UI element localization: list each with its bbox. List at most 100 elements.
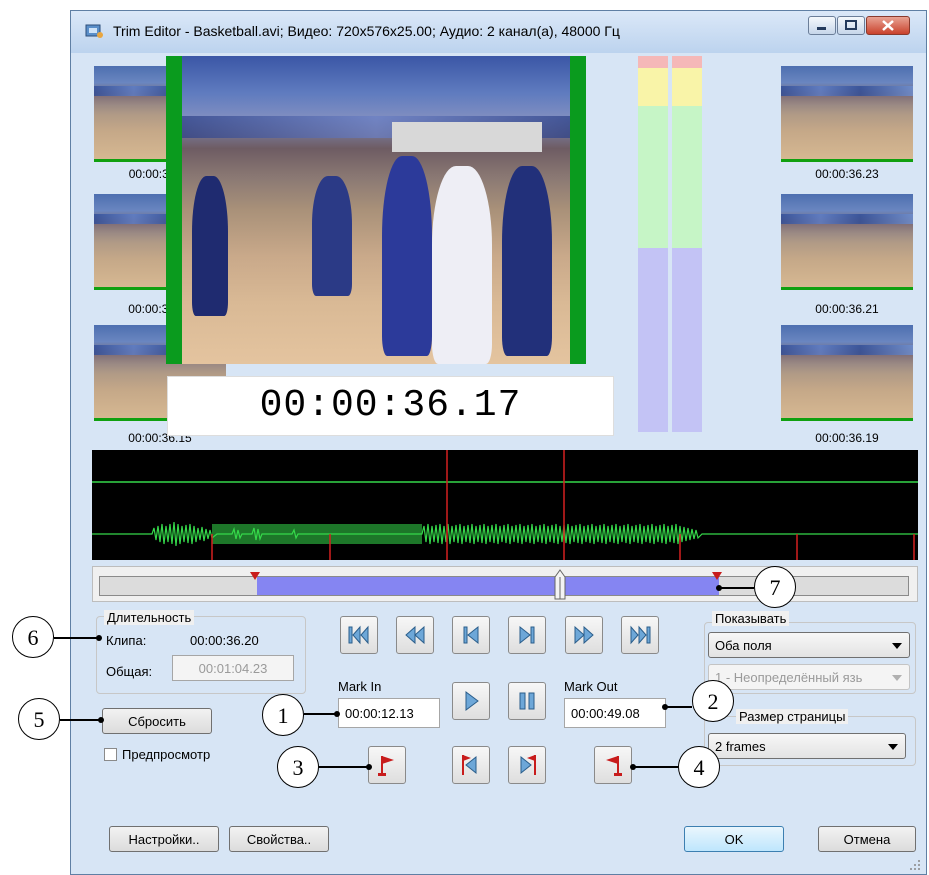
show-group-label: Показывать [712,611,790,626]
callout-1-line [304,713,338,715]
minimize-button[interactable] [808,16,836,35]
thumbnail-timecode: 00:00:36.19 [815,431,879,445]
close-icon [882,20,894,31]
thumbnail-image [781,66,913,159]
title-bar: Trim Editor - Basketball.avi; Видео: 720… [71,11,926,53]
playhead-icon[interactable] [553,569,567,601]
callout-2-dot [662,704,668,710]
language-select-value: 1 - Неопределённый язь [715,669,863,685]
thumbnail-right-2[interactable] [781,194,913,290]
mark-out-marker-icon[interactable] [711,571,723,581]
app-icon [85,23,103,39]
clip-duration-label: Клипа: [106,633,147,648]
go-to-mark-out-icon [520,755,536,775]
callout-7: 7 [754,566,796,608]
selected-range[interactable] [257,577,719,595]
mark-in-field[interactable]: 00:00:12.13 [338,698,440,728]
callout-2: 2 [692,680,734,722]
skip-to-start-icon [348,625,369,645]
thumbnail-right-3[interactable] [781,325,913,421]
properties-button[interactable]: Свойства.. [229,826,329,852]
audio-level-meter [638,56,702,432]
chevron-down-icon [888,744,898,750]
language-select: 1 - Неопределённый язь [708,664,910,690]
callout-5-line [60,719,102,721]
play-icon [465,691,479,711]
next-frame-icon [519,625,535,645]
page-size-select[interactable]: 2 frames [708,733,906,759]
go-to-end-button[interactable] [621,616,659,654]
next-frame-button[interactable] [508,616,546,654]
preview-checkbox[interactable] [104,748,117,761]
skip-to-end-icon [630,625,651,645]
video-preview [166,56,586,364]
chevron-down-icon [892,675,902,681]
callout-5-dot [98,717,104,723]
close-button[interactable] [866,16,910,35]
fields-select[interactable]: Оба поля [708,632,910,658]
thumbnail-image [781,194,913,287]
go-to-start-button[interactable] [340,616,378,654]
mark-in-flag-icon [378,756,394,776]
settings-button[interactable]: Настройки.. [109,826,219,852]
set-mark-in-button[interactable] [368,746,406,784]
audio-level-right [672,56,702,432]
mark-in-marker-icon[interactable] [249,571,261,581]
go-to-mark-in-icon [462,755,477,775]
callout-4: 4 [678,746,720,788]
chevron-down-icon [892,643,902,649]
page-size-group-label: Размер страницы [736,709,849,724]
audio-waveform[interactable] [92,450,918,560]
resize-grip-icon[interactable] [908,858,922,872]
go-to-mark-in-button[interactable] [452,746,490,784]
ok-button[interactable]: OK [684,826,784,852]
callout-3-line [319,766,369,768]
rewind-icon [405,625,425,645]
clip-duration-value: 00:00:36.20 [190,633,259,648]
mark-out-flag-icon [606,756,622,776]
total-duration-field: 00:01:04.23 [172,655,294,681]
callout-4-dot [630,764,636,770]
callout-3-dot [366,764,372,770]
pause-icon [519,692,535,710]
set-mark-out-button[interactable] [594,746,632,784]
callout-3: 3 [277,746,319,788]
thumbnail-timecode: 00:00:36.23 [815,167,879,181]
callout-4-line [632,766,678,768]
callout-6-line [54,637,100,639]
callout-6: 6 [12,616,54,658]
fast-forward-icon [574,625,594,645]
play-button[interactable] [452,682,490,720]
callout-2-line [664,706,692,708]
previous-frame-icon [463,625,479,645]
preview-checkbox-label: Предпросмотр [122,747,211,762]
mark-in-label: Mark In [338,679,382,694]
thumbnail-image [781,325,913,418]
page-size-select-value: 2 frames [715,738,766,754]
callout-6-dot [96,635,102,641]
current-timecode-display: 00:00:36.17 [167,376,614,436]
callout-5: 5 [18,698,60,740]
fast-forward-button[interactable] [565,616,603,654]
thumbnail-timecode: 00:00:36.21 [815,302,879,316]
waveform-graphic [92,450,918,560]
callout-1: 1 [262,694,304,736]
fields-select-value: Оба поля [715,637,772,653]
mark-out-label: Mark Out [564,679,618,694]
callout-1-dot [334,711,340,717]
video-frame [182,56,570,364]
rewind-button[interactable] [396,616,434,654]
total-duration-label: Общая: [106,664,153,679]
cancel-button[interactable]: Отмена [818,826,916,852]
go-to-mark-out-button[interactable] [508,746,546,784]
audio-level-left [638,56,668,432]
pause-button[interactable] [508,682,546,720]
window-title: Trim Editor - Basketball.avi; Видео: 720… [113,23,620,39]
thumbnail-right-1[interactable] [781,66,913,162]
callout-7-line [718,587,754,589]
previous-frame-button[interactable] [452,616,490,654]
reset-button[interactable]: Сбросить [102,708,212,734]
duration-group-label: Длительность [104,610,195,625]
maximize-button[interactable] [837,16,865,35]
mark-out-field[interactable]: 00:00:49.08 [564,698,666,728]
